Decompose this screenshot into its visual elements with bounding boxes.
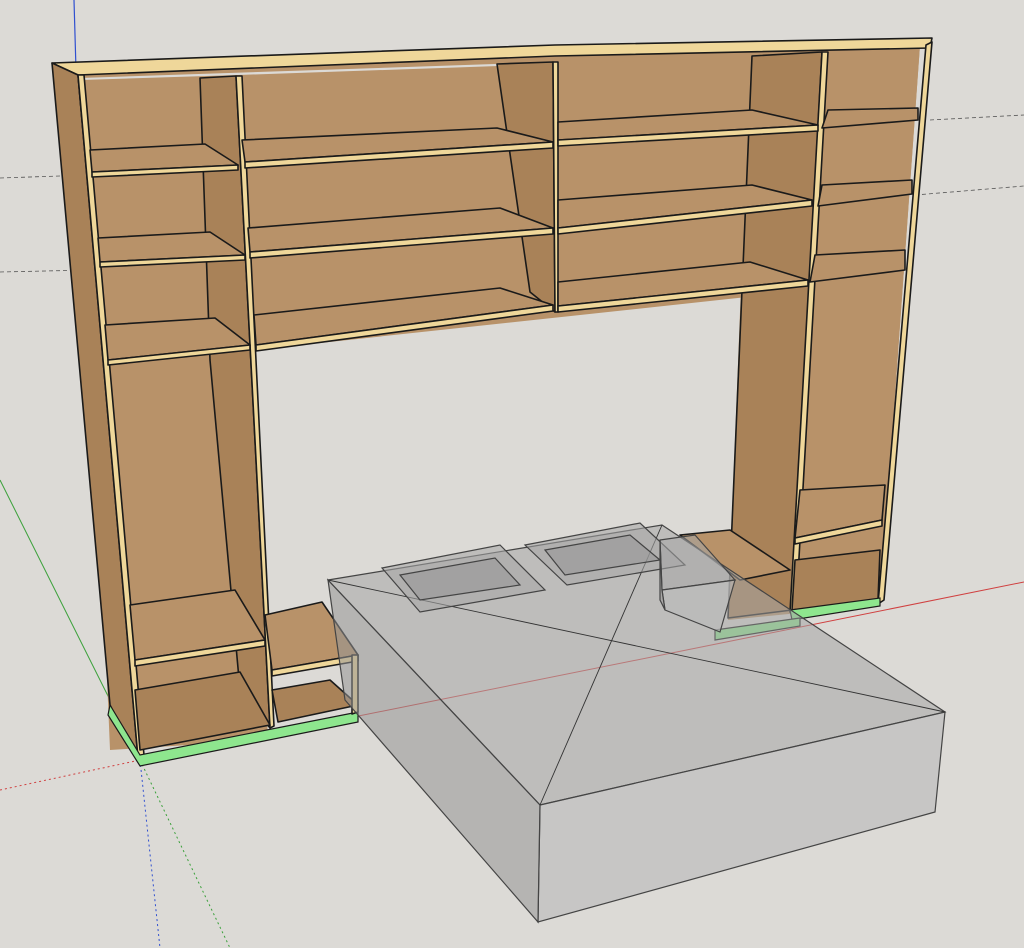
3d-viewport[interactable] <box>0 0 1024 948</box>
guide-line-4 <box>914 185 1024 196</box>
red-axis-dotted <box>0 759 141 791</box>
guide-line-3 <box>929 114 1024 121</box>
green-axis-dotted <box>139 759 231 948</box>
blue-axis <box>73 0 77 71</box>
guide-line-1 <box>0 175 61 179</box>
scene-canvas[interactable] <box>0 0 1024 948</box>
blue-axis-dotted <box>139 759 161 948</box>
